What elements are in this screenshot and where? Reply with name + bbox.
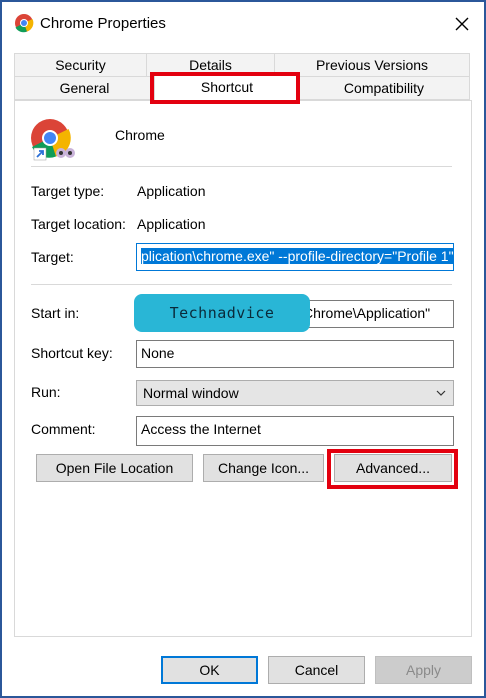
cancel-button[interactable]: Cancel — [268, 656, 365, 684]
open-file-location-button[interactable]: Open File Location — [36, 454, 193, 482]
target-label: Target: — [31, 249, 74, 265]
shortcut-key-value: None — [141, 345, 175, 361]
run-label: Run: — [31, 384, 61, 400]
tab-compatibility[interactable]: Compatibility — [298, 76, 470, 100]
target-input[interactable]: plication\chrome.exe" --profile-director… — [136, 243, 454, 271]
target-location-label: Target location: — [31, 216, 126, 232]
change-icon-button[interactable]: Change Icon... — [203, 454, 324, 482]
apply-button[interactable]: Apply — [375, 656, 472, 684]
advanced-button-highlight — [327, 449, 458, 489]
title-bar: Chrome Properties — [2, 2, 484, 42]
tab-security[interactable]: Security — [14, 53, 147, 77]
start-in-label: Start in: — [31, 305, 80, 321]
run-select[interactable]: Normal window — [136, 380, 454, 406]
shortcut-name: Chrome — [115, 127, 165, 143]
ok-button[interactable]: OK — [161, 656, 258, 684]
start-in-value: Chrome\Application" — [303, 305, 431, 321]
shortcut-panel — [14, 100, 472, 637]
target-location-value: Application — [137, 216, 206, 232]
tab-previous-versions[interactable]: Previous Versions — [274, 53, 470, 77]
shortcut-key-label: Shortcut key: — [31, 345, 113, 361]
comment-input[interactable]: Access the Internet — [136, 416, 454, 446]
close-button[interactable] — [442, 8, 482, 40]
target-selected-text: plication\chrome.exe" --profile-director… — [141, 248, 454, 264]
chrome-shortcut-icon — [31, 119, 75, 161]
comment-value: Access the Internet — [141, 421, 261, 437]
window-title: Chrome Properties — [40, 15, 166, 32]
chrome-logo-icon — [15, 14, 34, 33]
shortcut-tab-highlight — [150, 72, 300, 104]
chevron-down-icon — [436, 390, 446, 396]
separator — [31, 284, 452, 285]
watermark-badge: Technadvice — [134, 294, 310, 332]
run-selected-value: Normal window — [143, 385, 239, 401]
separator — [31, 166, 452, 167]
shortcut-key-input[interactable]: None — [136, 340, 454, 368]
target-type-value: Application — [137, 183, 206, 199]
close-icon — [455, 17, 469, 31]
watermark-text: Technadvice — [169, 304, 275, 322]
tab-general[interactable]: General — [14, 76, 155, 100]
target-type-label: Target type: — [31, 183, 105, 199]
comment-label: Comment: — [31, 421, 96, 437]
